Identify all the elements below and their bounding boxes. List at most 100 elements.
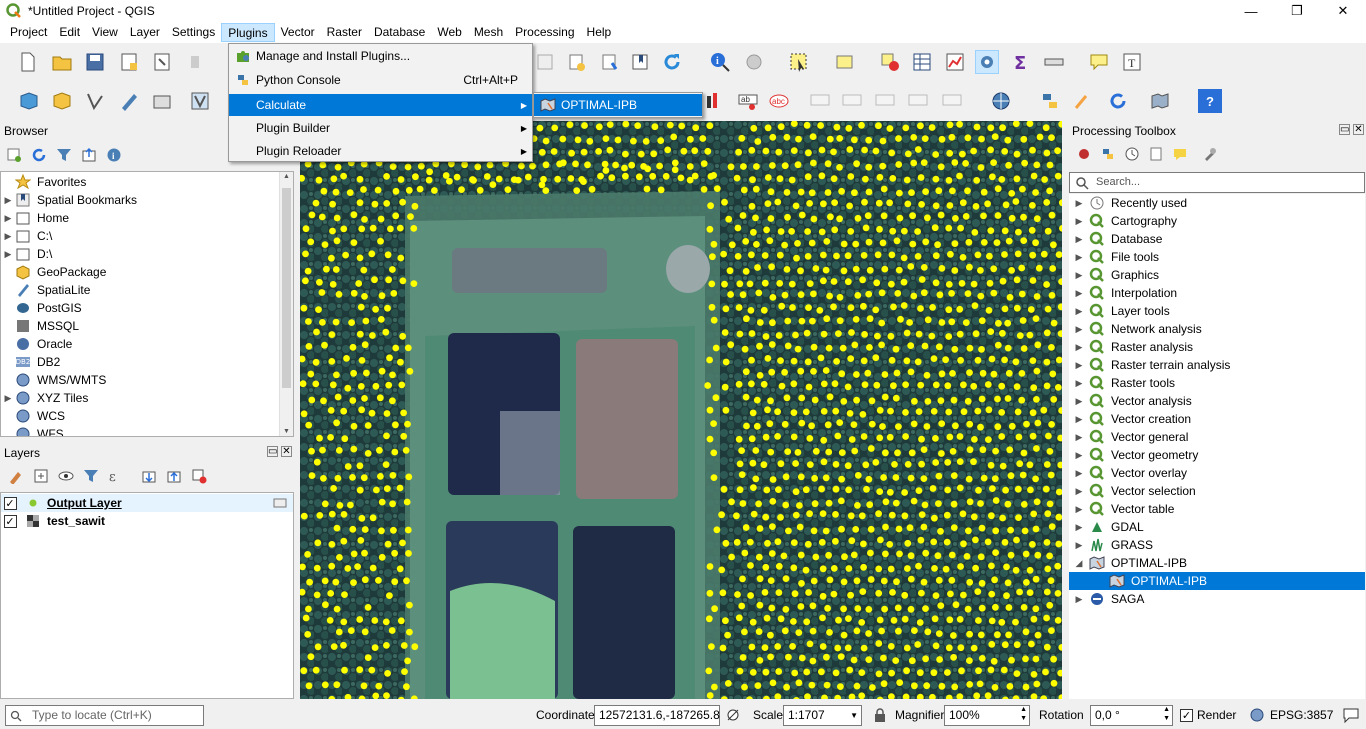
measure-icon[interactable] — [1042, 50, 1066, 74]
float-panel-icon[interactable]: ▭ — [267, 446, 278, 457]
map-canvas[interactable] — [300, 121, 1062, 699]
expand-arrow-icon[interactable]: ▶ — [1069, 522, 1089, 533]
options-wrench-icon[interactable] — [1202, 146, 1218, 162]
close-panel-icon[interactable]: ✕ — [1353, 124, 1364, 135]
browser-item-mssql[interactable]: MSSQL — [1, 317, 293, 335]
browser-item-d-drive[interactable]: ▶ D:\ — [1, 245, 293, 263]
visibility-eye-icon[interactable] — [58, 468, 74, 484]
expand-arrow-icon[interactable]: ▶ — [1069, 234, 1089, 245]
render-checkbox[interactable]: ✓ — [1180, 709, 1193, 722]
crs-label[interactable]: EPSG:3857 — [1270, 707, 1333, 723]
browser-item-c-drive[interactable]: ▶ C:\ — [1, 227, 293, 245]
properties-icon[interactable]: i — [106, 147, 122, 163]
save-project-icon[interactable] — [83, 50, 107, 74]
toolbox-item[interactable]: ▶ Layer tools — [1069, 302, 1365, 320]
scripts-python-icon[interactable] — [1100, 146, 1116, 162]
maximize-button[interactable]: ❐ — [1274, 0, 1320, 22]
toolbox-item[interactable]: ▶ File tools — [1069, 248, 1365, 266]
layer-visibility-checkbox[interactable]: ✓ — [3, 514, 17, 528]
menu-settings[interactable]: Settings — [166, 23, 221, 42]
browser-item-home[interactable]: ▶ Home — [1, 209, 293, 227]
expand-arrow-icon[interactable]: ▶ — [1069, 324, 1089, 335]
menu-web[interactable]: Web — [431, 23, 467, 42]
pin-label-icon[interactable] — [808, 89, 832, 113]
new-geopackage-icon[interactable] — [50, 89, 74, 113]
menu-item-calculate[interactable]: Calculate ▶ — [229, 94, 532, 116]
toolbox-item[interactable]: ▶ GDAL — [1069, 518, 1365, 536]
lock-scale-icon[interactable] — [874, 708, 886, 725]
browser-item-wfs[interactable]: WFS — [1, 425, 293, 436]
expand-arrow-icon[interactable]: ▶ — [1069, 396, 1089, 407]
toolbox-item[interactable]: ▶ Database — [1069, 230, 1365, 248]
toolbox-item[interactable]: ▶ Raster analysis — [1069, 338, 1365, 356]
new-map-view-icon[interactable] — [565, 50, 589, 74]
map-tips-icon[interactable] — [1087, 50, 1111, 74]
browser-item-xyz[interactable]: ▶ XYZ Tiles — [1, 389, 293, 407]
toolbox-item[interactable]: ▶ Raster tools — [1069, 374, 1365, 392]
menu-layer[interactable]: Layer — [124, 23, 166, 42]
expand-arrow-icon[interactable]: ▶ — [1069, 432, 1089, 443]
browser-item-wms[interactable]: WMS/WMTS — [1, 371, 293, 389]
menu-edit[interactable]: Edit — [53, 23, 86, 42]
toolbox-item[interactable]: OPTIMAL-IPB — [1069, 572, 1365, 590]
expand-arrow-icon[interactable]: ▶ — [1069, 306, 1089, 317]
select-by-value-icon[interactable] — [833, 50, 857, 74]
results-viewer-icon[interactable] — [1148, 146, 1164, 162]
toolbox-item[interactable]: ▶ Vector selection — [1069, 482, 1365, 500]
collapse-all-layers-icon[interactable] — [166, 468, 182, 484]
toolbox-item[interactable]: ▶ Network analysis — [1069, 320, 1365, 338]
locate-search-input[interactable]: Type to locate (Ctrl+K) — [5, 705, 204, 726]
expand-arrow-icon[interactable]: ▶ — [1069, 252, 1089, 263]
browser-item-postgis[interactable]: PostGIS — [1, 299, 293, 317]
sum-icon[interactable]: Σ — [1009, 50, 1033, 74]
deselect-features-icon[interactable] — [878, 50, 902, 74]
menu-database[interactable]: Database — [368, 23, 431, 42]
statistical-summary-icon[interactable] — [943, 50, 967, 74]
collapse-all-icon[interactable] — [81, 147, 97, 163]
menu-item-plugin-reloader[interactable]: Plugin Reloader ▶ — [229, 140, 532, 162]
plugin-globe-icon[interactable] — [989, 89, 1013, 113]
float-panel-icon[interactable]: ▭ — [1339, 124, 1350, 135]
menu-view[interactable]: View — [86, 23, 124, 42]
python-icon[interactable] — [1038, 89, 1062, 113]
select-features-icon[interactable] — [787, 50, 811, 74]
expand-arrow-icon[interactable]: ▶ — [1069, 198, 1089, 209]
help-icon[interactable]: ? — [1198, 89, 1222, 113]
change-label-icon[interactable] — [940, 89, 964, 113]
move-label-icon[interactable] — [873, 89, 897, 113]
add-layer-icon[interactable] — [702, 89, 726, 113]
expand-arrow-icon[interactable]: ▶ — [1069, 216, 1089, 227]
browser-item-oracle[interactable]: Oracle — [1, 335, 293, 353]
filter-legend-icon[interactable] — [83, 468, 99, 484]
expand-arrow-icon[interactable]: ▶ — [1069, 504, 1089, 515]
menu-processing[interactable]: Processing — [509, 23, 580, 42]
expand-arrow-icon[interactable]: ▶ — [1069, 594, 1089, 605]
toolbox-item[interactable]: ▶ Vector analysis — [1069, 392, 1365, 410]
new-shapefile-icon[interactable] — [83, 89, 107, 113]
models-icon[interactable] — [1076, 146, 1092, 162]
rotation-spinbox[interactable]: 0,0 ° ▲ ▼ — [1090, 705, 1173, 726]
layout-manager-icon[interactable] — [150, 50, 174, 74]
toolbox-item[interactable]: ▶ Recently used — [1069, 194, 1365, 212]
browser-item-wcs[interactable]: WCS — [1, 407, 293, 425]
toolbox-item[interactable]: ▶ Raster terrain analysis — [1069, 356, 1365, 374]
layer-row-output[interactable]: ✓ Output Layer — [1, 494, 293, 512]
toolbox-item[interactable]: ▶ GRASS — [1069, 536, 1365, 554]
minimize-button[interactable]: — — [1228, 0, 1274, 22]
expand-arrow-icon[interactable]: ▶ — [1069, 414, 1089, 425]
close-button[interactable]: ✕ — [1320, 0, 1366, 22]
coordinate-field[interactable]: 12572131.6,-187265.8 — [594, 705, 720, 726]
label-highlight-icon[interactable]: abc — [767, 89, 791, 113]
toolbox-item[interactable]: ▶ SAGA — [1069, 590, 1365, 608]
toolbox-item[interactable]: ▶ Vector overlay — [1069, 464, 1365, 482]
menu-vector[interactable]: Vector — [275, 23, 321, 42]
toolbox-gear-icon[interactable] — [975, 50, 999, 74]
browser-item-spatialite[interactable]: SpatiaLite — [1, 281, 293, 299]
expression-filter-icon[interactable]: ε — [108, 468, 132, 485]
optimal-ipb-toolbar-icon[interactable] — [1148, 89, 1172, 113]
menu-item-plugin-builder[interactable]: Plugin Builder ▶ — [229, 117, 532, 139]
pan-map-icon[interactable] — [533, 50, 557, 74]
add-selected-icon[interactable] — [6, 147, 22, 163]
toolbox-item[interactable]: ▶ Vector general — [1069, 428, 1365, 446]
close-panel-icon[interactable]: ✕ — [281, 446, 292, 457]
